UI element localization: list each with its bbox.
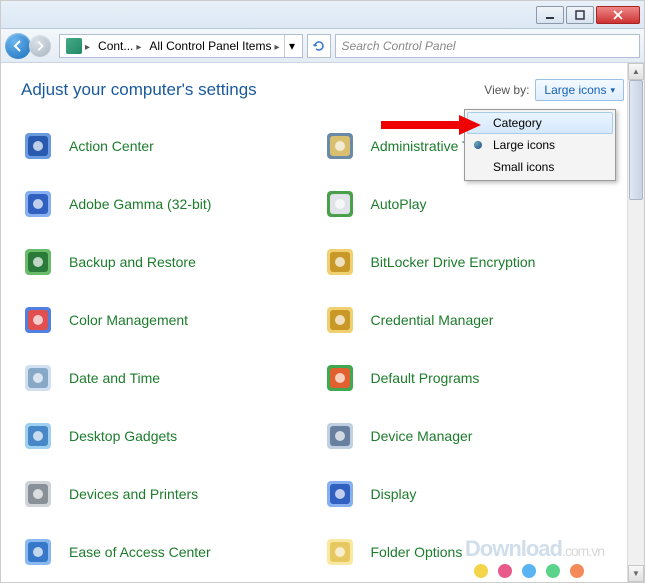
control-panel-item[interactable]: Date and Time xyxy=(21,361,315,395)
breadcrumb[interactable]: Cont... All Control Panel Items ▾ xyxy=(59,34,303,58)
control-panel-grid: Action Center Administrative Tools Adobe… xyxy=(21,129,636,569)
dot xyxy=(522,564,536,578)
control-panel-item[interactable]: Device Manager xyxy=(323,419,617,453)
close-button[interactable] xyxy=(596,6,640,24)
display-icon xyxy=(323,477,357,511)
page-title: Adjust your computer's settings xyxy=(21,80,257,100)
dropdown-item-label: Large icons xyxy=(493,138,555,152)
flag-icon xyxy=(21,129,55,163)
scroll-up-button[interactable]: ▲ xyxy=(628,63,644,80)
dot xyxy=(570,564,584,578)
control-panel-item-label: Date and Time xyxy=(69,370,160,386)
search-input[interactable]: Search Control Panel xyxy=(335,34,640,58)
viewby-button[interactable]: Large icons xyxy=(535,79,624,101)
control-panel-item[interactable]: Backup and Restore xyxy=(21,245,315,279)
dot xyxy=(474,564,488,578)
minimize-button[interactable] xyxy=(536,6,564,24)
control-panel-item[interactable]: Credential Manager xyxy=(323,303,617,337)
control-panel-item[interactable]: Ease of Access Center xyxy=(21,535,315,569)
defaults-icon xyxy=(323,361,357,395)
nav-buttons xyxy=(5,32,55,60)
backup-icon xyxy=(21,245,55,279)
control-panel-item-label: Display xyxy=(371,486,417,502)
clock-icon xyxy=(21,361,55,395)
scroll-down-button[interactable]: ▼ xyxy=(628,565,644,582)
control-panel-item[interactable]: Action Center xyxy=(21,129,315,163)
control-panel-item-label: Desktop Gadgets xyxy=(69,428,177,444)
control-panel-item-label: Default Programs xyxy=(371,370,480,386)
breadcrumb-label: All Control Panel Items xyxy=(149,39,271,53)
breadcrumb-segment[interactable]: Cont... xyxy=(94,37,145,55)
navbar: Cont... All Control Panel Items ▾ Search… xyxy=(1,29,644,63)
control-panel-item-label: Device Manager xyxy=(371,428,473,444)
dropdown-item[interactable]: Large icons xyxy=(467,134,613,156)
back-button[interactable] xyxy=(5,33,31,59)
control-panel-item[interactable]: Devices and Printers xyxy=(21,477,315,511)
dropdown-item[interactable]: Category xyxy=(467,112,613,134)
breadcrumb-label: Cont... xyxy=(98,39,133,53)
control-panel-item-label: AutoPlay xyxy=(371,196,427,212)
scroll-thumb[interactable] xyxy=(629,80,643,200)
control-panel-item-label: BitLocker Drive Encryption xyxy=(371,254,536,270)
control-panel-item[interactable]: Adobe Gamma (32-bit) xyxy=(21,187,315,221)
control-panel-item[interactable]: AutoPlay xyxy=(323,187,617,221)
gadgets-icon xyxy=(21,419,55,453)
control-panel-item[interactable]: Color Management xyxy=(21,303,315,337)
control-panel-item[interactable]: BitLocker Drive Encryption xyxy=(323,245,617,279)
autoplay-icon xyxy=(323,187,357,221)
watermark-dots xyxy=(474,564,584,578)
viewby-control: View by: Large icons xyxy=(484,79,624,101)
folder-icon xyxy=(323,535,357,569)
titlebar xyxy=(1,1,644,29)
dot xyxy=(498,564,512,578)
watermark-suffix: .com.vn xyxy=(562,543,604,559)
control-panel-item[interactable]: Default Programs xyxy=(323,361,617,395)
maximize-button[interactable] xyxy=(566,6,594,24)
device-icon xyxy=(323,419,357,453)
monitor-icon xyxy=(21,187,55,221)
control-panel-item-label: Credential Manager xyxy=(371,312,494,328)
access-icon xyxy=(21,535,55,569)
control-panel-item-label: Ease of Access Center xyxy=(69,544,211,560)
tools-icon xyxy=(323,129,357,163)
annotation-arrow xyxy=(381,115,481,142)
breadcrumb-root-icon[interactable] xyxy=(62,36,94,56)
color-icon xyxy=(21,303,55,337)
control-panel-item-label: Action Center xyxy=(69,138,154,154)
control-panel-item-label: Adobe Gamma (32-bit) xyxy=(69,196,211,212)
vertical-scrollbar[interactable]: ▲ ▼ xyxy=(627,63,644,582)
viewby-dropdown: Category Large icons Small icons xyxy=(464,109,616,181)
control-panel-item-label: Folder Options xyxy=(371,544,463,560)
dot xyxy=(546,564,560,578)
search-placeholder: Search Control Panel xyxy=(342,39,456,53)
dropdown-item-label: Category xyxy=(493,116,542,130)
control-panel-item-label: Devices and Printers xyxy=(69,486,198,502)
dropdown-item[interactable]: Small icons xyxy=(467,156,613,178)
breadcrumb-segment[interactable]: All Control Panel Items xyxy=(145,37,283,55)
viewby-label: View by: xyxy=(484,83,529,97)
forward-button[interactable] xyxy=(29,35,51,57)
printer-icon xyxy=(21,477,55,511)
selected-indicator-icon xyxy=(474,141,482,149)
breadcrumb-dropdown[interactable]: ▾ xyxy=(284,35,300,57)
safe-icon xyxy=(323,303,357,337)
watermark: Download.com.vn xyxy=(465,536,604,562)
dropdown-item-label: Small icons xyxy=(493,160,554,174)
refresh-button[interactable] xyxy=(307,34,331,58)
control-panel-item[interactable]: Display xyxy=(323,477,617,511)
control-panel-item-label: Backup and Restore xyxy=(69,254,196,270)
lock-icon xyxy=(323,245,357,279)
control-panel-item[interactable]: Desktop Gadgets xyxy=(21,419,315,453)
viewby-value: Large icons xyxy=(544,83,606,97)
watermark-brand: Download xyxy=(465,536,562,561)
control-panel-item-label: Color Management xyxy=(69,312,188,328)
